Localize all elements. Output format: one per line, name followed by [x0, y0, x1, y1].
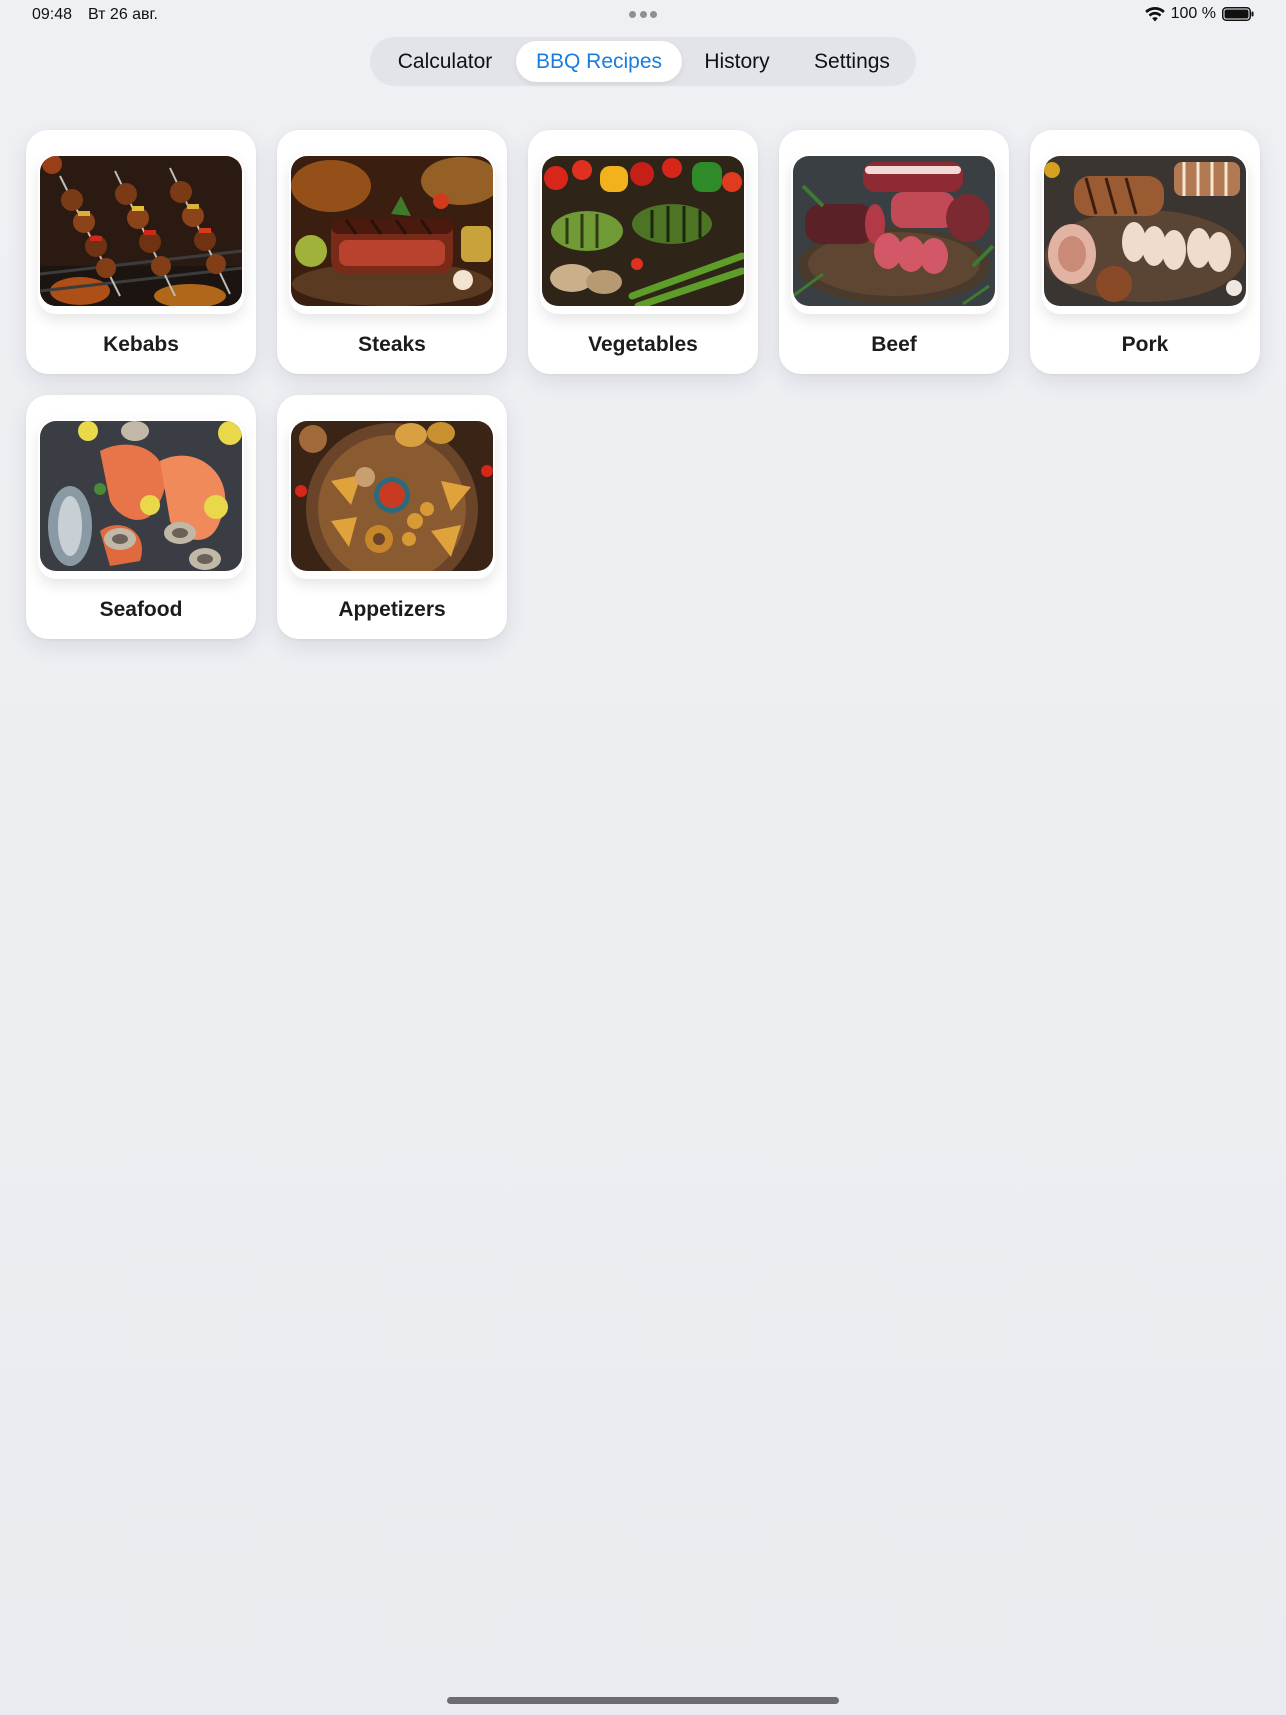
thumbnail-frame — [289, 154, 495, 314]
tab-settings[interactable]: Settings — [792, 41, 912, 82]
status-time: 09:48 — [32, 6, 73, 23]
appetizers-image — [291, 421, 493, 571]
pork-image — [1044, 156, 1246, 306]
thumbnail-frame — [1042, 154, 1248, 314]
category-label: Appetizers — [338, 598, 446, 621]
beef-image — [793, 156, 995, 306]
tab-switcher: Calculator BBQ Recipes History Settings — [370, 37, 916, 86]
category-card-appetizers[interactable]: Appetizers — [277, 395, 507, 639]
category-label: Kebabs — [103, 333, 179, 356]
steaks-image — [291, 156, 493, 306]
kebabs-image — [40, 156, 242, 306]
seafood-image — [40, 421, 242, 571]
category-card-pork[interactable]: Pork — [1030, 130, 1260, 374]
thumbnail-frame — [540, 154, 746, 314]
thumbnail-frame — [791, 154, 997, 314]
vegetables-image — [542, 156, 744, 306]
category-card-steaks[interactable]: Steaks — [277, 130, 507, 374]
category-label: Seafood — [99, 598, 183, 621]
category-label: Vegetables — [588, 333, 698, 356]
status-bar: 09:48 Вт 26 авг. 100 % — [0, 0, 1286, 30]
status-indicators: 100 % — [1144, 5, 1254, 23]
category-label: Beef — [871, 333, 917, 356]
category-card-beef[interactable]: Beef — [779, 130, 1009, 374]
category-card-seafood[interactable]: Seafood — [26, 395, 256, 639]
category-label: Pork — [1121, 333, 1169, 356]
home-indicator[interactable] — [447, 1697, 839, 1704]
thumbnail-frame — [38, 419, 244, 579]
tab-bbq-recipes[interactable]: BBQ Recipes — [516, 41, 682, 82]
category-label: Steaks — [358, 333, 426, 356]
tab-calculator[interactable]: Calculator — [374, 41, 516, 82]
wifi-icon — [1144, 6, 1165, 22]
multitasking-dots-icon[interactable] — [629, 11, 657, 19]
battery-percentage: 100 % — [1170, 5, 1216, 22]
category-card-kebabs[interactable]: Kebabs — [26, 130, 256, 374]
thumbnail-frame — [289, 419, 495, 579]
thumbnail-frame — [38, 154, 244, 314]
battery-icon — [1222, 7, 1254, 21]
status-date: Вт 26 авг. — [88, 6, 158, 23]
category-card-vegetables[interactable]: Vegetables — [528, 130, 758, 374]
tab-history[interactable]: History — [682, 41, 792, 82]
